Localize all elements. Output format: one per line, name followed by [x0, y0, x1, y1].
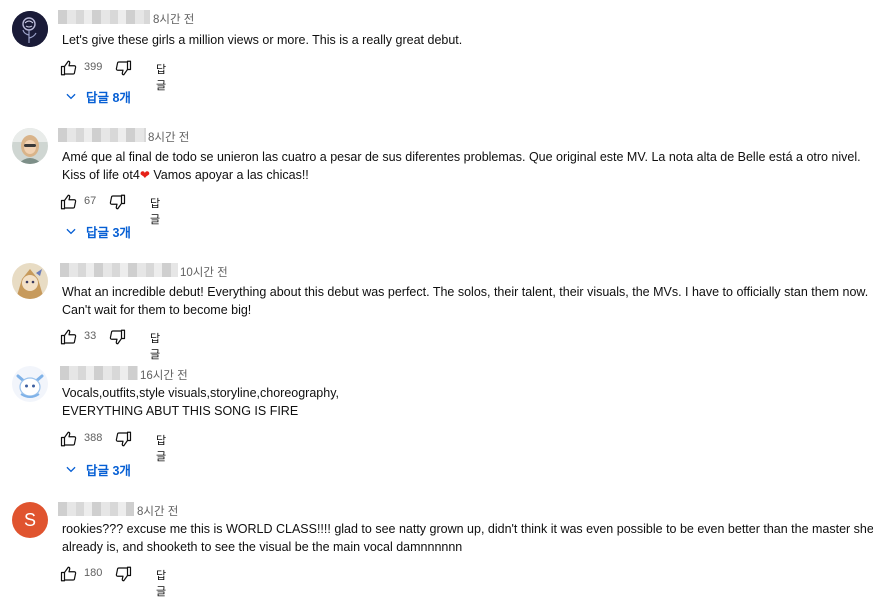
view-replies-button[interactable]: 답글 3개	[64, 221, 131, 241]
reply-button[interactable]: 답글	[156, 567, 166, 599]
comment-text: Vocals,outfits,style visuals,storyline,c…	[62, 384, 868, 420]
comment-text: Amé que al final de todo se unieron las …	[62, 148, 868, 184]
chevron-down-icon	[66, 466, 76, 473]
like-button[interactable]	[60, 58, 78, 78]
thumbs-down-icon	[109, 329, 126, 345]
dislike-button[interactable]	[114, 58, 132, 78]
creature-avatar-icon	[12, 366, 48, 402]
comment-line: Let's give these girls a million views o…	[62, 33, 463, 47]
thumbs-down-icon	[109, 194, 126, 210]
chevron-down-icon	[66, 93, 76, 100]
replies-count: 답글 3개	[86, 225, 131, 240]
comment-line: Vamos apoyar a las chicas!!	[153, 168, 309, 182]
comment-line: What an incredible debut! Everything abo…	[62, 285, 869, 299]
user-avatar[interactable]	[12, 11, 48, 47]
dislike-button[interactable]	[108, 192, 126, 212]
reply-button[interactable]: 답글	[150, 195, 160, 227]
user-avatar[interactable]: S	[12, 502, 48, 538]
view-replies-button[interactable]: 답글 8개	[64, 86, 131, 106]
comment-text: rookies??? excuse me this is WORLD CLASS…	[62, 520, 873, 556]
thumbs-up-icon	[60, 329, 77, 345]
thumbs-up-icon	[60, 566, 77, 582]
like-button[interactable]	[60, 192, 78, 212]
thumbs-down-icon	[115, 431, 132, 447]
reply-button[interactable]: 답글	[156, 432, 166, 464]
like-button[interactable]	[60, 564, 78, 584]
avatar-letter: S	[23, 509, 36, 530]
like-button[interactable]	[60, 327, 78, 347]
comment-line: already is, and shooketh to see the visu…	[62, 540, 463, 554]
cartoon-avatar-icon	[12, 263, 48, 299]
like-count: 33	[84, 330, 97, 342]
user-avatar[interactable]	[12, 263, 48, 299]
comment-line: Kiss of life ot4	[62, 168, 140, 182]
replies-count: 답글 8개	[86, 90, 131, 105]
redacted-username	[58, 128, 146, 142]
like-count: 67	[84, 195, 97, 207]
like-count: 399	[84, 61, 103, 73]
thumbs-down-icon	[115, 566, 132, 582]
heart-emoji-icon: ❤	[139, 168, 150, 182]
comment-line: Can't wait for them to become big!	[62, 303, 252, 317]
comment-line: rookies??? excuse me this is WORLD CLASS…	[62, 522, 873, 536]
like-count: 388	[84, 432, 103, 444]
redacted-username	[58, 502, 134, 516]
comment-time: 16시간 전	[140, 370, 188, 382]
replies-count: 답글 3개	[86, 463, 131, 478]
comment-line: Vocals,outfits,style visuals,storyline,c…	[62, 386, 339, 400]
thumbs-up-icon	[60, 60, 77, 76]
redacted-username	[60, 263, 178, 277]
comment-time: 8시간 전	[148, 132, 190, 144]
user-avatar[interactable]	[12, 366, 48, 402]
comment-time: 8시간 전	[137, 506, 179, 518]
redacted-username	[58, 10, 150, 24]
like-button[interactable]	[60, 429, 78, 449]
comment-text: What an incredible debut! Everything abo…	[62, 283, 868, 319]
user-avatar[interactable]	[12, 128, 48, 164]
like-count: 180	[84, 567, 103, 579]
comment-time: 8시간 전	[153, 14, 195, 26]
thumbs-up-icon	[60, 194, 77, 210]
redacted-username	[60, 366, 138, 380]
comment-line: EVERYTHING ABUT THIS SONG IS FIRE	[62, 404, 299, 418]
photo-avatar-icon	[12, 128, 48, 164]
rose-avatar-icon	[12, 11, 48, 47]
view-replies-button[interactable]: 답글 3개	[64, 459, 131, 479]
comment-text: Let's give these girls a million views o…	[62, 31, 868, 49]
comment-line: Amé que al final de todo se unieron las …	[62, 150, 861, 164]
dislike-button[interactable]	[114, 429, 132, 449]
chevron-down-icon	[66, 228, 76, 235]
dislike-button[interactable]	[114, 564, 132, 584]
reply-button[interactable]: 답글	[150, 330, 160, 362]
dislike-button[interactable]	[108, 327, 126, 347]
comment-time: 10시간 전	[180, 267, 228, 279]
thumbs-down-icon	[115, 60, 132, 76]
thumbs-up-icon	[60, 431, 77, 447]
reply-button[interactable]: 답글	[156, 61, 166, 93]
